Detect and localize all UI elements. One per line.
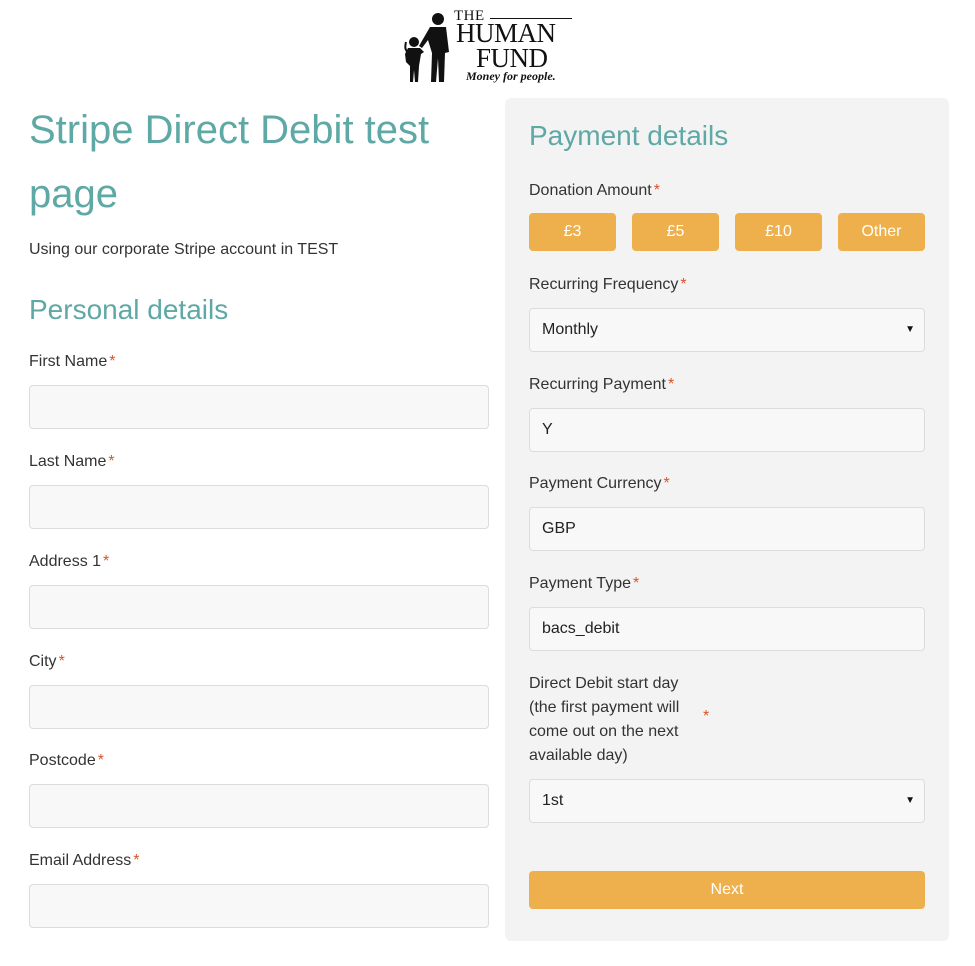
donation-amount-label: Donation Amount *	[529, 182, 660, 200]
first-name-label-text: First Name	[29, 353, 108, 370]
family-silhouette-icon	[404, 13, 449, 82]
payment-type-input[interactable]: bacs_debit	[529, 607, 925, 651]
start-day-select[interactable]: 1st ▼	[529, 779, 925, 823]
payment-type-label-text: Payment Type	[529, 575, 631, 592]
postcode-label-text: Postcode	[29, 752, 96, 769]
chevron-down-icon: ▼	[905, 795, 915, 806]
page-title: Stripe Direct Debit test page	[29, 108, 430, 216]
recurring-frequency-select[interactable]: Monthly ▼	[529, 308, 925, 352]
recurring-payment-value: Y	[542, 421, 553, 438]
recurring-payment-label: Recurring Payment *	[529, 376, 674, 394]
postcode-input[interactable]	[29, 784, 489, 828]
recurring-payment-label-text: Recurring Payment	[529, 376, 666, 393]
required-asterisk: *	[663, 475, 670, 492]
required-asterisk: *	[632, 575, 640, 592]
postcode-label: Postcode *	[29, 752, 104, 770]
last-name-label: Last Name *	[29, 453, 115, 471]
required-asterisk: *	[58, 653, 65, 670]
first-name-label: First Name *	[29, 353, 115, 371]
chevron-down-icon: ▼	[905, 324, 915, 335]
logo-wordmark: THE HUMAN FUND Money for people.	[454, 6, 578, 86]
last-name-input[interactable]	[29, 485, 489, 529]
logo-tagline: Money for people.	[466, 69, 556, 83]
start-day-value: 1st	[542, 792, 564, 809]
payment-currency-input[interactable]: GBP	[529, 507, 925, 551]
start-day-label: Direct Debit start day (the first paymen…	[529, 675, 680, 764]
recurring-frequency-value: Monthly	[542, 321, 599, 338]
city-label-text: City	[29, 653, 57, 670]
required-asterisk: *	[103, 553, 110, 570]
email-label: Email Address *	[29, 852, 140, 870]
city-label: City *	[29, 653, 65, 671]
donation-amount-label-text: Donation Amount	[529, 182, 652, 199]
required-asterisk: *	[667, 376, 675, 393]
amount-other-button[interactable]: Other	[838, 213, 925, 251]
required-asterisk: *	[703, 708, 710, 725]
personal-details-heading: Personal details	[29, 294, 229, 325]
payment-currency-value: GBP	[542, 520, 576, 537]
amount-3-button[interactable]: £3	[529, 213, 616, 251]
recurring-payment-input[interactable]: Y	[529, 408, 925, 452]
address-1-label: Address 1 *	[29, 553, 109, 571]
required-asterisk: *	[97, 752, 104, 769]
amount-10-button[interactable]: £10	[735, 213, 822, 251]
required-asterisk: *	[108, 453, 115, 470]
first-name-input[interactable]	[29, 385, 489, 429]
required-asterisk: *	[109, 353, 116, 370]
human-fund-logo: THE HUMAN FUND Money for people.	[402, 6, 578, 86]
payment-currency-label-text: Payment Currency	[529, 475, 662, 492]
page-subtitle: Using our corporate Stripe account in TE…	[29, 241, 339, 258]
payment-details-heading: Payment details	[529, 120, 729, 151]
address-1-input[interactable]	[29, 585, 489, 629]
required-asterisk: *	[653, 182, 660, 199]
payment-type-value: bacs_debit	[542, 620, 620, 637]
payment-type-label: Payment Type *	[529, 575, 639, 593]
recurring-frequency-label-text: Recurring Frequency	[529, 276, 679, 293]
last-name-label-text: Last Name	[29, 453, 107, 470]
amount-5-button[interactable]: £5	[632, 213, 719, 251]
payment-currency-label: Payment Currency *	[529, 475, 670, 493]
address-1-label-text: Address 1	[29, 553, 102, 570]
required-asterisk: *	[133, 852, 140, 869]
required-asterisk: *	[680, 276, 687, 293]
logo-fund: FUND	[476, 43, 548, 73]
recurring-frequency-label: Recurring Frequency *	[529, 276, 687, 294]
email-label-text: Email Address	[29, 852, 132, 869]
email-input[interactable]	[29, 884, 489, 928]
next-button[interactable]: Next	[529, 871, 925, 909]
city-input[interactable]	[29, 685, 489, 729]
